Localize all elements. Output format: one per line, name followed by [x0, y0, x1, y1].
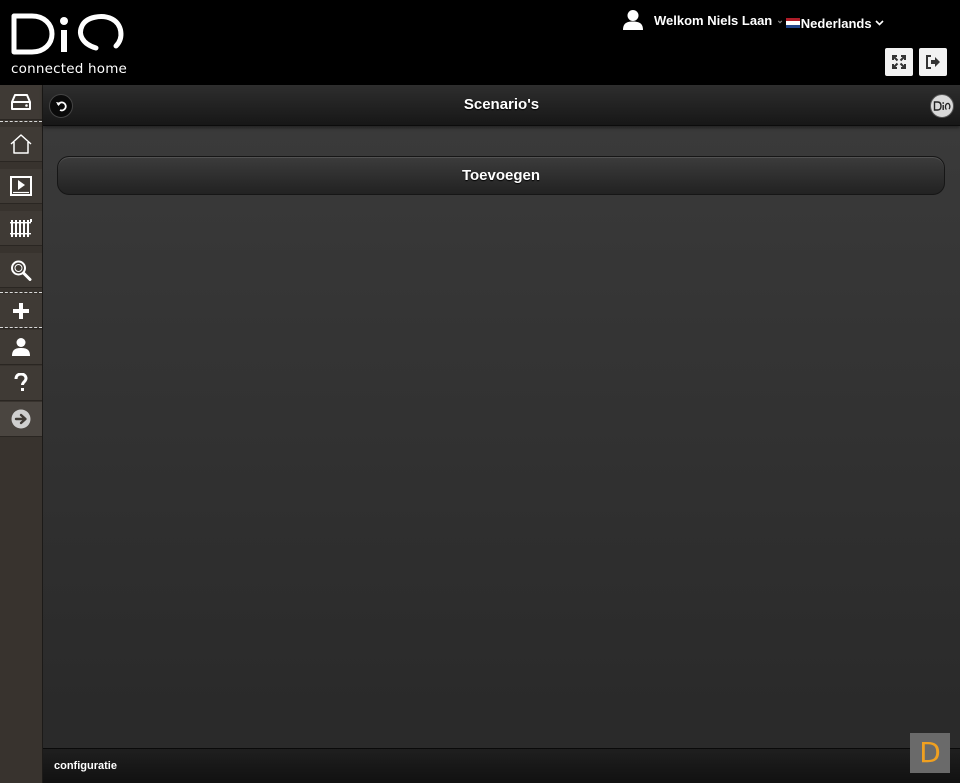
language-label: Nederlands [800, 15, 872, 31]
sidebar-item-heating[interactable] [0, 211, 42, 246]
sidebar-separator [0, 121, 42, 122]
sidebar [0, 85, 43, 783]
magnifier-icon [11, 260, 32, 281]
logo-tagline: connected home [11, 61, 128, 77]
d-badge-button[interactable]: D [910, 733, 950, 773]
main-content: Scenario's Toevoegen configuratie [43, 85, 960, 783]
add-scenario-button[interactable]: Toevoegen [57, 156, 945, 195]
dio-logo-mark [11, 13, 124, 55]
device-icon [11, 94, 31, 110]
language-selector[interactable]: ⌄ Nederlands [776, 14, 884, 31]
top-header: connected home Welkom Niels Laan ⌄ Neder… [0, 0, 960, 85]
sidebar-separator [0, 292, 42, 293]
configuration-link[interactable]: configuratie [54, 760, 117, 772]
chevron-down-icon [875, 20, 884, 26]
logout-icon [926, 55, 940, 69]
back-button[interactable] [49, 94, 73, 118]
dio-home-button[interactable] [930, 94, 954, 118]
user-icon [12, 338, 30, 356]
fullscreen-button[interactable] [885, 48, 913, 76]
radiator-icon [10, 219, 32, 237]
dio-logo-icon [933, 101, 951, 111]
welcome-text: Welkom Niels Laan [654, 12, 773, 28]
sidebar-item-add[interactable] [0, 294, 42, 329]
sidebar-item-search[interactable] [0, 253, 42, 288]
logout-button[interactable] [919, 48, 947, 76]
sidebar-item-help[interactable] [0, 366, 42, 401]
undo-arrow-icon [56, 101, 67, 112]
plus-icon [13, 303, 29, 319]
house-icon [10, 134, 32, 154]
sidebar-item-account[interactable] [0, 330, 42, 365]
page-title: Scenario's [463, 96, 540, 113]
small-chevron-icon: ⌄ [776, 14, 784, 25]
expand-icon [892, 55, 906, 69]
dio-logo: connected home [10, 10, 130, 78]
sidebar-item-home[interactable] [0, 127, 42, 162]
user-area: Welkom Niels Laan ⌄ Nederlands [622, 7, 884, 33]
title-bar: Scenario's [43, 85, 960, 126]
netherlands-flag-icon [785, 18, 800, 28]
media-player-icon [10, 176, 32, 196]
arrow-right-circle-icon [11, 409, 31, 429]
sidebar-item-forward[interactable] [0, 402, 42, 437]
user-icon [623, 10, 643, 30]
sidebar-separator [0, 327, 42, 328]
sidebar-item-devices[interactable] [0, 85, 42, 120]
footer-bar: configuratie [43, 748, 960, 783]
sidebar-item-media[interactable] [0, 169, 42, 204]
question-icon [14, 373, 28, 391]
